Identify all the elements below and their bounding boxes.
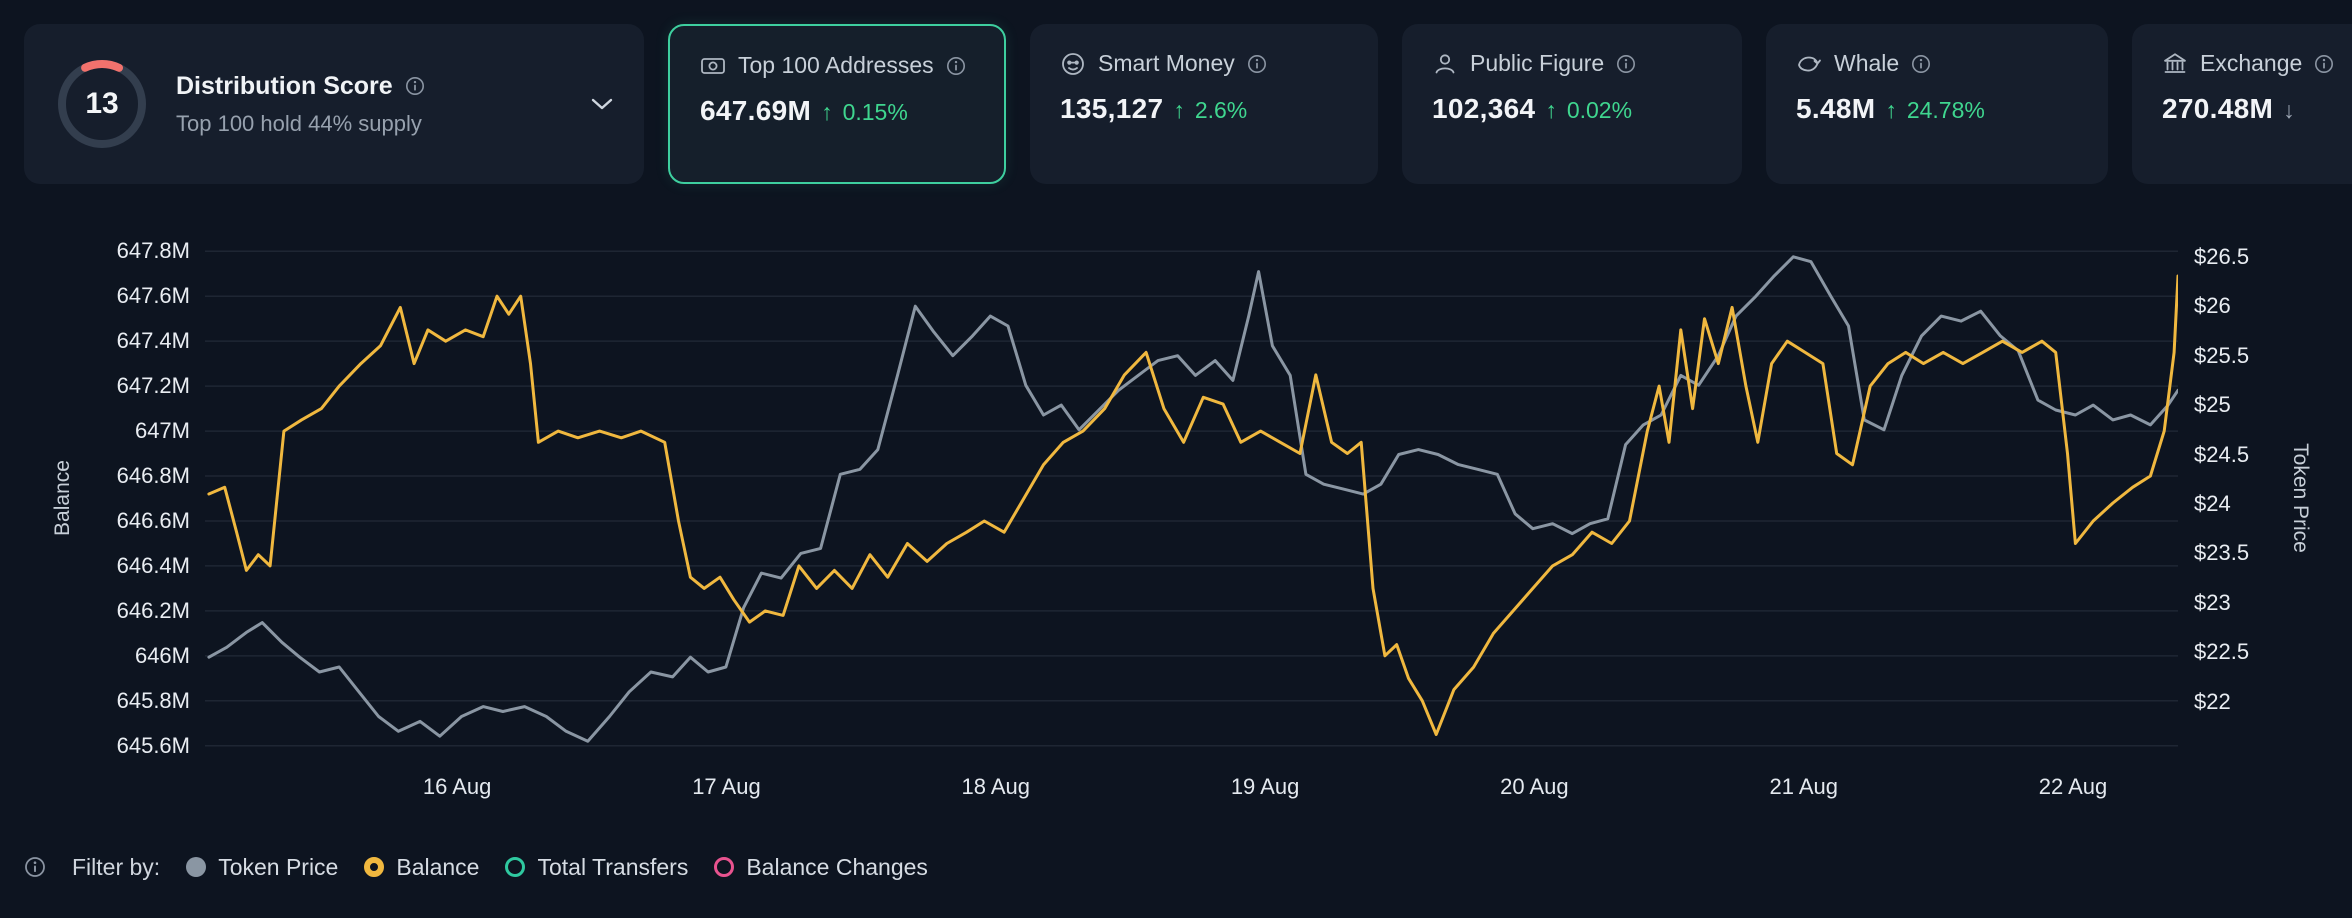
info-icon[interactable] bbox=[1616, 54, 1636, 74]
y-axis-right-tick: $25 bbox=[2194, 392, 2231, 418]
total-transfers-dot-icon bbox=[505, 857, 525, 877]
stat-card-top-100-addresses[interactable]: Top 100 Addresses 647.69M ↑ 0.15% bbox=[668, 24, 1006, 184]
y-axis-left-tick: 646M bbox=[135, 643, 190, 669]
y-axis-left-tick: 647.8M bbox=[117, 238, 190, 264]
card-delta: 0.15% bbox=[843, 99, 908, 126]
y-axis-left-tick: 646.6M bbox=[117, 508, 190, 534]
y-axis-left-tick: 645.6M bbox=[117, 733, 190, 759]
y-axis-left-labels: 647.8M 647.6M 647.4M 647.2M 647M 646.8M 646.6M… bbox=[0, 240, 190, 757]
distribution-score-text: Distribution Score Top 100 hold 44% supp… bbox=[176, 72, 425, 137]
smart-money-face-icon bbox=[1060, 51, 1086, 77]
up-arrow-icon: ↑ bbox=[1545, 97, 1557, 124]
y-axis-left-tick: 647.6M bbox=[117, 283, 190, 309]
legend-item-token-price[interactable]: Token Price bbox=[186, 854, 338, 881]
y-axis-left-tick: 646.4M bbox=[117, 553, 190, 579]
card-title: Public Figure bbox=[1470, 50, 1604, 77]
x-axis-tick: 19 Aug bbox=[1195, 774, 1335, 800]
info-icon[interactable] bbox=[24, 856, 46, 878]
distribution-score-value: 13 bbox=[54, 56, 150, 152]
y-axis-right-tick: $23 bbox=[2194, 590, 2231, 616]
y-axis-left-tick: 647.4M bbox=[117, 328, 190, 354]
y-axis-right-tick: $26 bbox=[2194, 293, 2231, 319]
person-icon bbox=[1432, 51, 1458, 77]
legend-item-balance-changes[interactable]: Balance Changes bbox=[714, 854, 928, 881]
x-axis-tick: 22 Aug bbox=[2003, 774, 2143, 800]
chevron-down-icon[interactable] bbox=[590, 97, 614, 111]
x-axis-tick: 18 Aug bbox=[926, 774, 1066, 800]
distribution-score-title: Distribution Score bbox=[176, 72, 393, 101]
card-title: Whale bbox=[1834, 50, 1899, 77]
y-axis-right-tick: $22.5 bbox=[2194, 639, 2249, 665]
info-icon[interactable] bbox=[2314, 54, 2334, 74]
card-value: 270.48M bbox=[2162, 93, 2273, 125]
card-title: Exchange bbox=[2200, 50, 2302, 77]
bank-icon bbox=[2162, 51, 2188, 77]
card-value: 647.69M bbox=[700, 95, 811, 127]
stat-card-smart-money[interactable]: Smart Money 135,127 ↑ 2.6% bbox=[1030, 24, 1378, 184]
stat-card-whale[interactable]: Whale 5.48M ↑ 24.78% bbox=[1766, 24, 2108, 184]
y-axis-right-tick: $22 bbox=[2194, 689, 2231, 715]
balance-dot-icon bbox=[364, 857, 384, 877]
legend-item-label: Token Price bbox=[218, 854, 338, 881]
distribution-score-card[interactable]: 13 Distribution Score Top 100 hold 44% s… bbox=[24, 24, 644, 184]
token-price-dot-icon bbox=[186, 857, 206, 877]
card-delta: 24.78% bbox=[1907, 97, 1985, 124]
y-axis-left-tick: 646.8M bbox=[117, 463, 190, 489]
dashboard: 13 Distribution Score Top 100 hold 44% s… bbox=[0, 0, 2352, 918]
x-axis-tick: 20 Aug bbox=[1464, 774, 1604, 800]
distribution-score-gauge: 13 bbox=[54, 56, 150, 152]
x-axis-tick: 16 Aug bbox=[387, 774, 527, 800]
series-token-price bbox=[209, 257, 2178, 741]
y-axis-left-tick: 647M bbox=[135, 418, 190, 444]
x-axis-tick: 21 Aug bbox=[1734, 774, 1874, 800]
filter-by-label: Filter by: bbox=[72, 854, 160, 881]
banknote-icon bbox=[700, 53, 726, 79]
x-axis-labels: 16 Aug 17 Aug 18 Aug 19 Aug 20 Aug 21 Aug 22 A… bbox=[205, 774, 2178, 802]
card-delta: 2.6% bbox=[1195, 97, 1247, 124]
y-axis-right-tick: $23.5 bbox=[2194, 540, 2249, 566]
stat-card-exchange[interactable]: Exchange 270.48M ↓ bbox=[2132, 24, 2352, 184]
card-title: Smart Money bbox=[1098, 50, 1235, 77]
legend-item-balance[interactable]: Balance bbox=[364, 854, 479, 881]
y-axis-right-tick: $25.5 bbox=[2194, 343, 2249, 369]
y-axis-left-tick: 646.2M bbox=[117, 598, 190, 624]
y-axis-left-tick: 645.8M bbox=[117, 688, 190, 714]
up-arrow-icon: ↑ bbox=[1885, 97, 1897, 124]
balance-price-chart[interactable] bbox=[205, 240, 2178, 757]
info-icon[interactable] bbox=[405, 76, 425, 96]
card-value: 102,364 bbox=[1432, 93, 1535, 125]
chart-filter-legend: Filter by: Token Price Balance Total Tra… bbox=[24, 850, 928, 884]
whale-icon bbox=[1796, 51, 1822, 77]
stat-card-public-figure[interactable]: Public Figure 102,364 ↑ 0.02% bbox=[1402, 24, 1742, 184]
info-icon[interactable] bbox=[1247, 54, 1267, 74]
card-delta: 0.02% bbox=[1567, 97, 1632, 124]
card-value: 5.48M bbox=[1796, 93, 1875, 125]
stat-cards-row: 13 Distribution Score Top 100 hold 44% s… bbox=[24, 24, 2352, 184]
legend-item-label: Balance Changes bbox=[746, 854, 928, 881]
series-balance bbox=[209, 276, 2178, 735]
info-icon[interactable] bbox=[946, 56, 966, 76]
y-axis-right-tick: $26.5 bbox=[2194, 244, 2249, 270]
legend-item-label: Balance bbox=[396, 854, 479, 881]
info-icon[interactable] bbox=[1911, 54, 1931, 74]
legend-item-total-transfers[interactable]: Total Transfers bbox=[505, 854, 688, 881]
down-arrow-icon: ↓ bbox=[2283, 97, 2295, 124]
up-arrow-icon: ↑ bbox=[821, 99, 833, 126]
y-axis-right-tick: $24 bbox=[2194, 491, 2231, 517]
card-value: 135,127 bbox=[1060, 93, 1163, 125]
card-title: Top 100 Addresses bbox=[738, 52, 934, 79]
x-axis-tick: 17 Aug bbox=[656, 774, 796, 800]
up-arrow-icon: ↑ bbox=[1173, 97, 1185, 124]
y-axis-right-labels: $26.5 $26 $25.5 $25 $24.5 $24 $23.5 $23 $22.5 $22 bbox=[2194, 240, 2324, 757]
distribution-score-subtitle: Top 100 hold 44% supply bbox=[176, 111, 425, 137]
y-axis-right-tick: $24.5 bbox=[2194, 442, 2249, 468]
legend-item-label: Total Transfers bbox=[537, 854, 688, 881]
y-axis-left-tick: 647.2M bbox=[117, 373, 190, 399]
balance-changes-dot-icon bbox=[714, 857, 734, 877]
